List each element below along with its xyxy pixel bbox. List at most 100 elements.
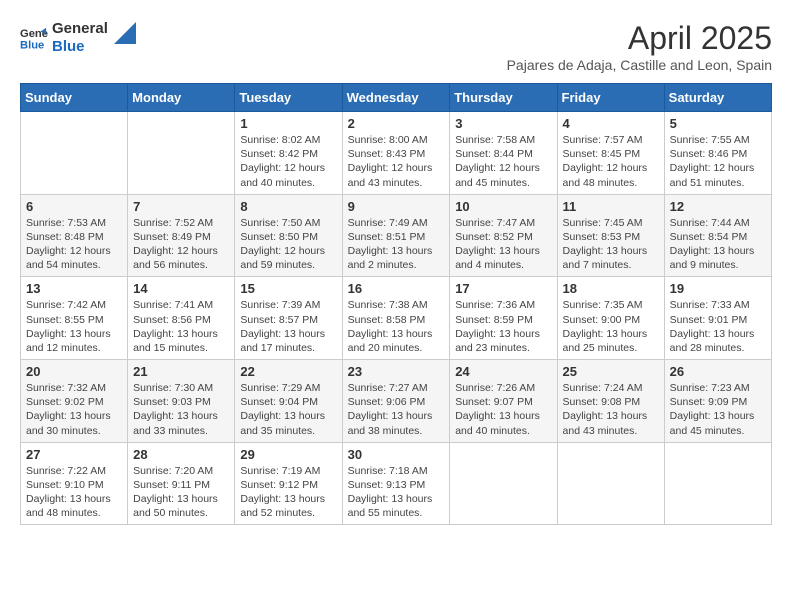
day-of-week-header: Friday (557, 84, 664, 112)
calendar-day-cell: 3 Sunrise: 7:58 AM Sunset: 8:44 PM Daylig… (450, 112, 557, 195)
day-number: 14 (133, 281, 229, 296)
day-number: 18 (563, 281, 659, 296)
calendar-week-row: 13 Sunrise: 7:42 AM Sunset: 8:55 PM Dayli… (21, 277, 772, 360)
day-info: Sunrise: 7:18 AM Sunset: 9:13 PM Dayligh… (348, 464, 445, 521)
day-info: Sunrise: 7:23 AM Sunset: 9:09 PM Dayligh… (670, 381, 766, 438)
day-number: 1 (240, 116, 336, 131)
day-number: 6 (26, 199, 122, 214)
day-number: 26 (670, 364, 766, 379)
logo-icon: General Blue (20, 24, 48, 52)
day-info: Sunrise: 7:41 AM Sunset: 8:56 PM Dayligh… (133, 298, 229, 355)
day-number: 3 (455, 116, 551, 131)
day-number: 23 (348, 364, 445, 379)
calendar-day-cell: 27 Sunrise: 7:22 AM Sunset: 9:10 PM Dayli… (21, 442, 128, 525)
calendar-day-cell: 10 Sunrise: 7:47 AM Sunset: 8:52 PM Dayli… (450, 194, 557, 277)
calendar-day-cell (450, 442, 557, 525)
day-info: Sunrise: 7:29 AM Sunset: 9:04 PM Dayligh… (240, 381, 336, 438)
day-info: Sunrise: 7:35 AM Sunset: 9:00 PM Dayligh… (563, 298, 659, 355)
calendar-day-cell: 12 Sunrise: 7:44 AM Sunset: 8:54 PM Dayli… (664, 194, 771, 277)
day-info: Sunrise: 7:45 AM Sunset: 8:53 PM Dayligh… (563, 216, 659, 273)
calendar-day-cell: 29 Sunrise: 7:19 AM Sunset: 9:12 PM Dayli… (235, 442, 342, 525)
day-info: Sunrise: 7:32 AM Sunset: 9:02 PM Dayligh… (26, 381, 122, 438)
day-number: 4 (563, 116, 659, 131)
calendar-week-row: 1 Sunrise: 8:02 AM Sunset: 8:42 PM Daylig… (21, 112, 772, 195)
calendar-day-cell: 11 Sunrise: 7:45 AM Sunset: 8:53 PM Dayli… (557, 194, 664, 277)
calendar-day-cell: 26 Sunrise: 7:23 AM Sunset: 9:09 PM Dayli… (664, 360, 771, 443)
day-info: Sunrise: 7:44 AM Sunset: 8:54 PM Dayligh… (670, 216, 766, 273)
title-area: April 2025 Pajares de Adaja, Castille an… (507, 20, 772, 73)
day-of-week-header: Thursday (450, 84, 557, 112)
calendar-day-cell: 14 Sunrise: 7:41 AM Sunset: 8:56 PM Dayli… (128, 277, 235, 360)
day-number: 20 (26, 364, 122, 379)
day-number: 7 (133, 199, 229, 214)
calendar-subtitle: Pajares de Adaja, Castille and Leon, Spa… (507, 57, 772, 73)
day-number: 29 (240, 447, 336, 462)
calendar-table: SundayMondayTuesdayWednesdayThursdayFrid… (20, 83, 772, 525)
logo: General Blue General Blue (20, 20, 136, 56)
day-info: Sunrise: 7:58 AM Sunset: 8:44 PM Dayligh… (455, 133, 551, 190)
header: General Blue General Blue April 2025 Paj… (20, 20, 772, 73)
calendar-day-cell (21, 112, 128, 195)
day-info: Sunrise: 7:26 AM Sunset: 9:07 PM Dayligh… (455, 381, 551, 438)
calendar-day-cell: 18 Sunrise: 7:35 AM Sunset: 9:00 PM Dayli… (557, 277, 664, 360)
calendar-day-cell: 30Sunrise: 7:18 AM Sunset: 9:13 PM Dayli… (342, 442, 450, 525)
calendar-week-row: 27 Sunrise: 7:22 AM Sunset: 9:10 PM Dayli… (21, 442, 772, 525)
day-info: Sunrise: 7:36 AM Sunset: 8:59 PM Dayligh… (455, 298, 551, 355)
svg-text:Blue: Blue (20, 39, 44, 51)
day-number: 15 (240, 281, 336, 296)
calendar-day-cell: 16 Sunrise: 7:38 AM Sunset: 8:58 PM Dayli… (342, 277, 450, 360)
calendar-day-cell: 5Sunrise: 7:55 AM Sunset: 8:46 PM Daylig… (664, 112, 771, 195)
day-info: Sunrise: 7:52 AM Sunset: 8:49 PM Dayligh… (133, 216, 229, 273)
calendar-day-cell: 25 Sunrise: 7:24 AM Sunset: 9:08 PM Dayli… (557, 360, 664, 443)
calendar-day-cell: 2Sunrise: 8:00 AM Sunset: 8:43 PM Daylig… (342, 112, 450, 195)
calendar-day-cell: 20 Sunrise: 7:32 AM Sunset: 9:02 PM Dayli… (21, 360, 128, 443)
calendar-day-cell: 21 Sunrise: 7:30 AM Sunset: 9:03 PM Dayli… (128, 360, 235, 443)
calendar-day-cell: 28Sunrise: 7:20 AM Sunset: 9:11 PM Dayli… (128, 442, 235, 525)
day-info: Sunrise: 7:39 AM Sunset: 8:57 PM Dayligh… (240, 298, 336, 355)
calendar-day-cell: 7 Sunrise: 7:52 AM Sunset: 8:49 PM Daylig… (128, 194, 235, 277)
day-info: Sunrise: 8:02 AM Sunset: 8:42 PM Dayligh… (240, 133, 336, 190)
day-info: Sunrise: 8:00 AM Sunset: 8:43 PM Dayligh… (348, 133, 445, 190)
calendar-day-cell (128, 112, 235, 195)
day-of-week-header: Tuesday (235, 84, 342, 112)
calendar-day-cell: 9 Sunrise: 7:49 AM Sunset: 8:51 PM Daylig… (342, 194, 450, 277)
day-number: 10 (455, 199, 551, 214)
day-of-week-row: SundayMondayTuesdayWednesdayThursdayFrid… (21, 84, 772, 112)
day-number: 11 (563, 199, 659, 214)
day-number: 9 (348, 199, 445, 214)
day-number: 27 (26, 447, 122, 462)
day-number: 21 (133, 364, 229, 379)
day-number: 12 (670, 199, 766, 214)
day-of-week-header: Wednesday (342, 84, 450, 112)
day-of-week-header: Monday (128, 84, 235, 112)
day-info: Sunrise: 7:42 AM Sunset: 8:55 PM Dayligh… (26, 298, 122, 355)
triangle-icon (114, 22, 136, 44)
day-info: Sunrise: 7:53 AM Sunset: 8:48 PM Dayligh… (26, 216, 122, 273)
day-info: Sunrise: 7:38 AM Sunset: 8:58 PM Dayligh… (348, 298, 445, 355)
day-info: Sunrise: 7:50 AM Sunset: 8:50 PM Dayligh… (240, 216, 336, 273)
calendar-title: April 2025 (507, 20, 772, 57)
day-number: 16 (348, 281, 445, 296)
day-info: Sunrise: 7:49 AM Sunset: 8:51 PM Dayligh… (348, 216, 445, 273)
day-info: Sunrise: 7:55 AM Sunset: 8:46 PM Dayligh… (670, 133, 766, 190)
day-number: 22 (240, 364, 336, 379)
calendar-day-cell: 19Sunrise: 7:33 AM Sunset: 9:01 PM Dayli… (664, 277, 771, 360)
day-info: Sunrise: 7:30 AM Sunset: 9:03 PM Dayligh… (133, 381, 229, 438)
day-info: Sunrise: 7:47 AM Sunset: 8:52 PM Dayligh… (455, 216, 551, 273)
calendar-day-cell: 6 Sunrise: 7:53 AM Sunset: 8:48 PM Daylig… (21, 194, 128, 277)
day-info: Sunrise: 7:19 AM Sunset: 9:12 PM Dayligh… (240, 464, 336, 521)
day-number: 25 (563, 364, 659, 379)
day-of-week-header: Sunday (21, 84, 128, 112)
day-number: 28 (133, 447, 229, 462)
calendar-day-cell (664, 442, 771, 525)
day-info: Sunrise: 7:22 AM Sunset: 9:10 PM Dayligh… (26, 464, 122, 521)
day-info: Sunrise: 7:24 AM Sunset: 9:08 PM Dayligh… (563, 381, 659, 438)
calendar-week-row: 6 Sunrise: 7:53 AM Sunset: 8:48 PM Daylig… (21, 194, 772, 277)
calendar-body: 1 Sunrise: 8:02 AM Sunset: 8:42 PM Daylig… (21, 112, 772, 525)
day-of-week-header: Saturday (664, 84, 771, 112)
calendar-day-cell: 22 Sunrise: 7:29 AM Sunset: 9:04 PM Dayli… (235, 360, 342, 443)
day-number: 8 (240, 199, 336, 214)
day-number: 13 (26, 281, 122, 296)
calendar-day-cell: 17Sunrise: 7:36 AM Sunset: 8:59 PM Dayli… (450, 277, 557, 360)
calendar-day-cell: 8 Sunrise: 7:50 AM Sunset: 8:50 PM Daylig… (235, 194, 342, 277)
